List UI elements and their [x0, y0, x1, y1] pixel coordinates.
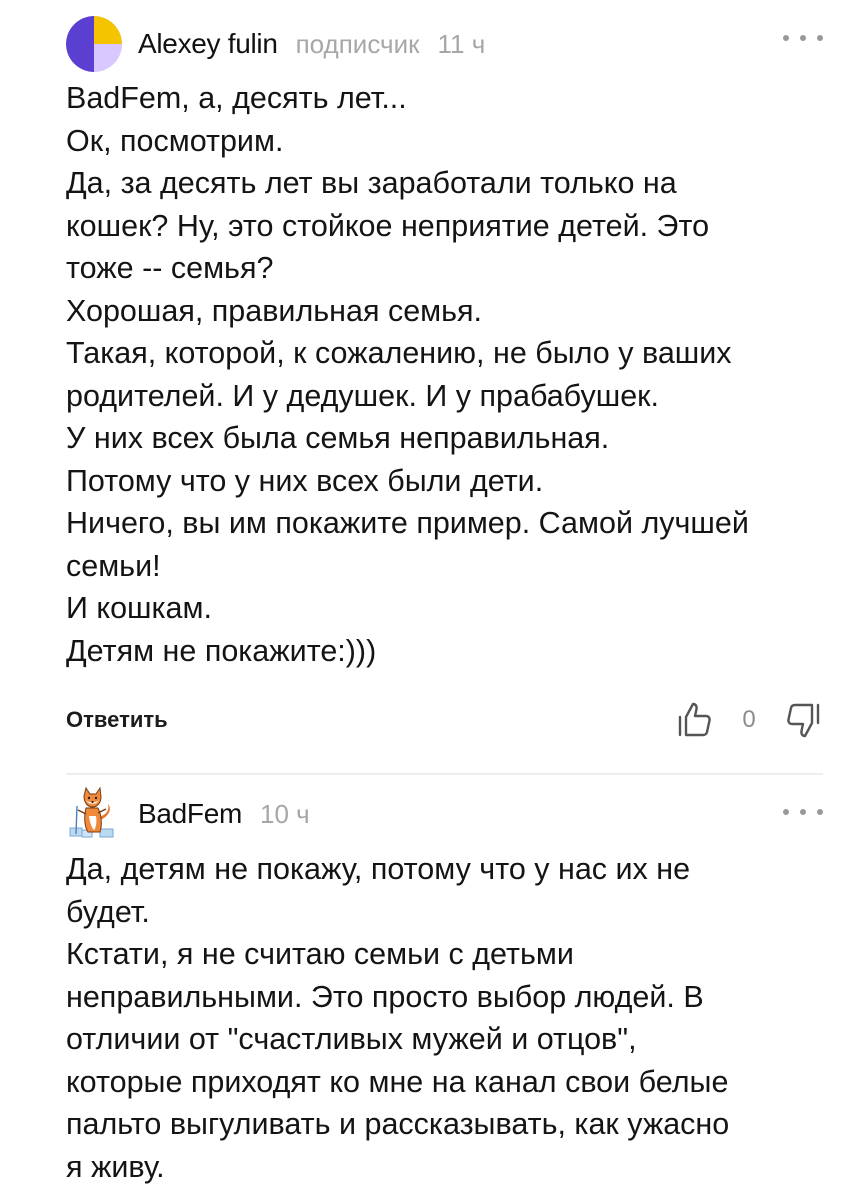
comment-line: Да, детям не покажу, потому что у нас их… [66, 852, 691, 886]
dot [800, 35, 806, 41]
comment-line: И кошкам. [66, 591, 212, 625]
comment-line: родителей. И у дедушек. И у прабабушек. [66, 378, 659, 413]
comment-line: я живу. [66, 1149, 165, 1184]
comment-line: Потому что у них всех были дети. [66, 463, 544, 498]
divider [66, 773, 823, 775]
dot [817, 809, 823, 815]
comment-text: BadFem, а, десять лет... Ок, посмотрим. … [66, 77, 826, 672]
avatar[interactable] [66, 786, 122, 842]
comment-line: семьи! [66, 548, 161, 583]
comment-line: Кстати, я не считаю семьи с детьми [66, 937, 574, 971]
comment-line: пальто выгуливать и рассказывать, как уж… [66, 1107, 730, 1141]
author-name[interactable]: BadFem [138, 798, 242, 830]
author-role: подписчик [295, 28, 420, 59]
thumb-up-icon[interactable] [675, 700, 715, 740]
comment-actions: Ответить 0 [66, 690, 823, 750]
thumb-down-icon[interactable] [783, 700, 823, 740]
comment-header: Alexey fulin подписчик 11 ч [66, 14, 485, 74]
avatar[interactable] [66, 16, 122, 72]
comment-line: Хорошая, правильная семья. [66, 293, 483, 328]
dot [800, 809, 806, 815]
reply-button[interactable]: Ответить [66, 707, 168, 733]
comment-header: BadFem 10 ч [66, 784, 310, 844]
comment-time: 11 ч [437, 28, 486, 59]
comment-line: Да, за десять лет вы заработали только н… [66, 166, 677, 200]
more-dots-icon[interactable] [783, 28, 823, 48]
comment-text: Да, детям не покажу, потому что у нас их… [66, 848, 826, 1188]
comment-line: BadFem, а, десять лет... [66, 81, 407, 115]
comment-line: которые приходят ко мне на канал свои бе… [66, 1064, 729, 1099]
comment-line: Детям не покажите:))) [66, 633, 377, 668]
vote-controls: 0 [675, 700, 823, 740]
comment-line: Ок, посмотрим. [66, 123, 284, 158]
fox-avatar-image [69, 786, 114, 838]
comment-line: неправильными. Это просто выбор людей. В [66, 979, 704, 1014]
comment-time: 10 ч [260, 798, 310, 829]
comment-line: кошек? Ну, это стойкое неприятие детей. … [66, 208, 710, 243]
comment-line: тоже -- семья? [66, 251, 274, 285]
comment-line: будет. [66, 894, 150, 929]
dot [783, 809, 789, 815]
more-dots-icon[interactable] [783, 802, 823, 822]
comment-line: Такая, которой, к сожалению, не было у в… [66, 336, 732, 370]
comment-line: У них всех была семья неправильная. [66, 421, 610, 455]
comment-line: отличии от "счастливых мужей и отцов", [66, 1022, 637, 1056]
dot [783, 35, 789, 41]
like-count: 0 [742, 706, 756, 733]
avatar-image [66, 16, 122, 72]
dot [817, 35, 823, 41]
comment-line: Ничего, вы им покажите пример. Самой луч… [66, 506, 749, 540]
author-name[interactable]: Alexey fulin [138, 28, 278, 60]
